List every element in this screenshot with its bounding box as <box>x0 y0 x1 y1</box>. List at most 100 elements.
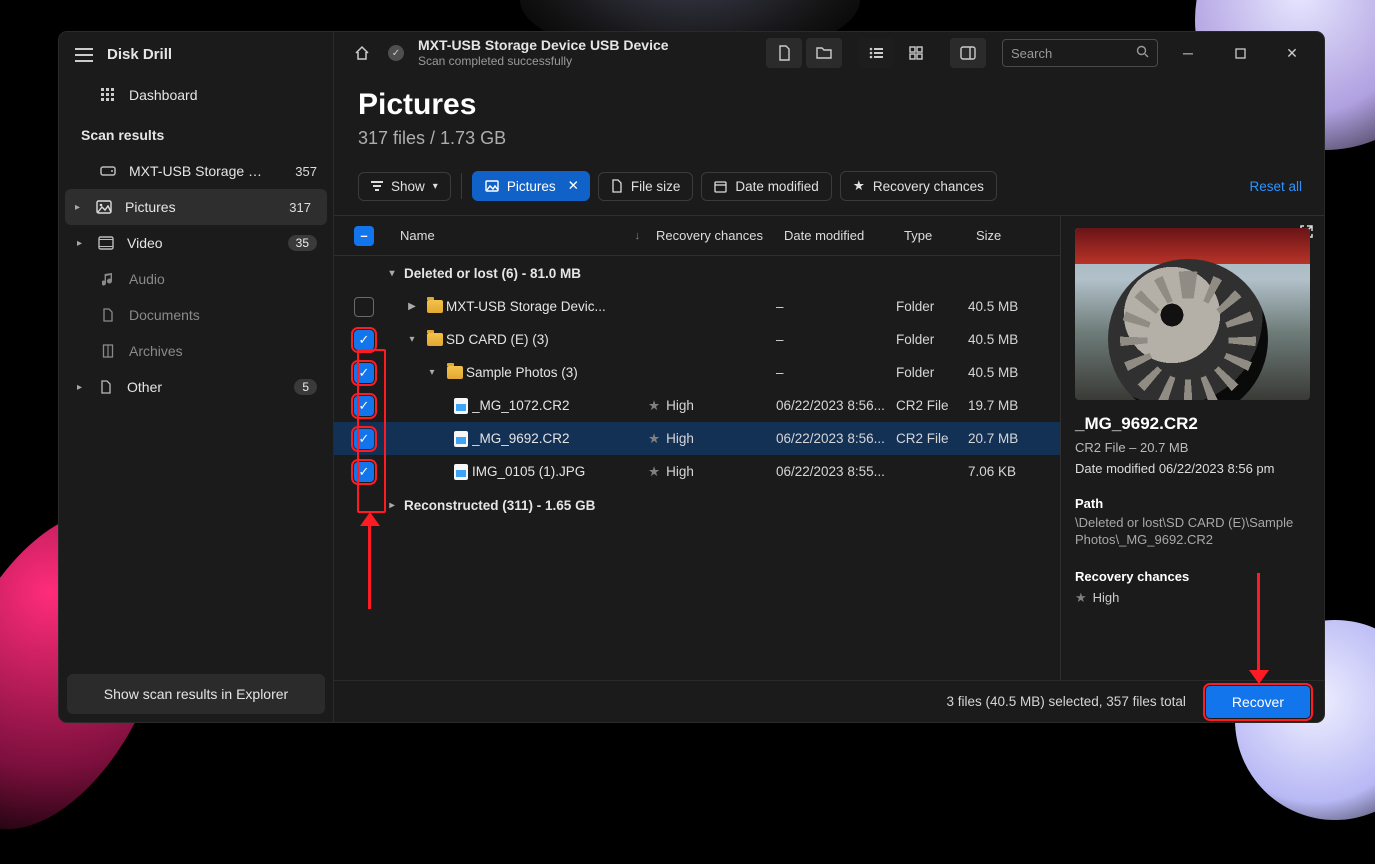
sidebar-item-label: Pictures <box>125 199 176 215</box>
row-type: Folder <box>896 365 968 380</box>
search-icon <box>1136 45 1149 61</box>
column-name[interactable]: Name↓ <box>392 228 648 243</box>
sidebar-item-video[interactable]: ▸ Video 35 <box>59 225 333 261</box>
sidebar-item-audio[interactable]: Audio <box>59 261 333 297</box>
device-title: MXT-USB Storage Device USB Device <box>418 37 669 55</box>
row-filename: SD CARD (E) (3) <box>446 332 648 347</box>
file-view-button[interactable] <box>766 38 802 68</box>
preview-recovery-heading: Recovery chances <box>1075 569 1310 584</box>
expand-toggle[interactable]: ▾ <box>420 367 444 378</box>
preview-thumbnail <box>1075 228 1310 400</box>
row-type: CR2 File <box>896 398 968 413</box>
chip-label: Pictures <box>507 179 556 194</box>
hamburger-menu-icon[interactable] <box>75 48 93 62</box>
picture-icon <box>485 180 499 192</box>
file-icon <box>450 398 472 414</box>
grid-view-button[interactable] <box>898 38 934 68</box>
sidebar-section-scan-results: Scan results <box>59 113 333 153</box>
table-row[interactable]: ✓_MG_9692.CR2★High06/22/2023 8:56...CR2 … <box>334 422 1060 455</box>
filter-chip-filesize[interactable]: File size <box>598 172 694 201</box>
chip-label: Date modified <box>735 179 818 194</box>
filter-chip-pictures[interactable]: Pictures ✕ <box>472 171 590 201</box>
column-size[interactable]: Size <box>968 228 1052 243</box>
show-dropdown[interactable]: Show ▾ <box>358 172 451 201</box>
scan-status: Scan completed successfully <box>418 54 669 69</box>
page-title: Pictures <box>358 88 1300 122</box>
page-subtitle: 317 files / 1.73 GB <box>358 128 1300 149</box>
chip-label: Recovery chances <box>873 179 984 194</box>
titlebar: ✓ MXT-USB Storage Device USB Device Scan… <box>334 32 1324 74</box>
show-in-explorer-button[interactable]: Show scan results in Explorer <box>67 674 325 714</box>
recover-button[interactable]: Recover <box>1206 686 1310 718</box>
expand-toggle[interactable]: ▾ <box>400 334 424 345</box>
row-checkbox[interactable]: ✓ <box>354 330 374 350</box>
chevron-right-icon: ▸ <box>77 238 85 249</box>
sidebar-item-other[interactable]: ▸ Other 5 <box>59 369 333 405</box>
window-close-button[interactable]: ✕ <box>1270 38 1314 68</box>
sidebar-item-label: Documents <box>129 307 200 323</box>
row-checkbox[interactable] <box>354 297 374 317</box>
search-input[interactable]: Search <box>1002 39 1158 67</box>
expand-toggle[interactable]: ▶ <box>400 301 424 312</box>
sidebar-item-label: Audio <box>129 271 165 287</box>
column-type[interactable]: Type <box>896 228 968 243</box>
column-date[interactable]: Date modified <box>776 228 896 243</box>
panel-toggle-button[interactable] <box>950 38 986 68</box>
row-size: 20.7 MB <box>968 431 1052 446</box>
row-date: 06/22/2023 8:55... <box>776 464 896 479</box>
chip-label: Show <box>391 179 425 194</box>
document-icon <box>99 306 117 324</box>
sidebar-item-count: 317 <box>289 200 311 215</box>
select-all-checkbox[interactable]: – <box>354 226 374 246</box>
sidebar-item-dashboard[interactable]: Dashboard <box>59 77 333 113</box>
preview-meta: CR2 File – 20.7 MB <box>1075 440 1310 455</box>
row-type: CR2 File <box>896 431 968 446</box>
row-checkbox[interactable]: ✓ <box>354 462 374 482</box>
window-minimize-button[interactable]: ─ <box>1166 38 1210 68</box>
status-check-icon: ✓ <box>388 45 404 61</box>
sort-icon: ↓ <box>635 230 641 242</box>
row-checkbox[interactable]: ✓ <box>354 429 374 449</box>
list-view-button[interactable] <box>858 38 894 68</box>
sidebar-item-count: 5 <box>294 379 317 395</box>
sidebar-item-label: Video <box>127 235 163 251</box>
folder-icon <box>424 333 446 346</box>
table-row[interactable]: ▶MXT-USB Storage Devic...–Folder40.5 MB <box>334 290 1060 323</box>
video-icon <box>97 234 115 252</box>
folder-icon <box>444 366 466 379</box>
sidebar-item-pictures[interactable]: ▸ Pictures 317 <box>65 189 327 225</box>
preview-filename: _MG_9692.CR2 <box>1075 414 1310 434</box>
table-row[interactable]: ✓▾SD CARD (E) (3)–Folder40.5 MB <box>334 323 1060 356</box>
table-row[interactable]: ✓_MG_1072.CR2★High06/22/2023 8:56...CR2 … <box>334 389 1060 422</box>
row-checkbox[interactable]: ✓ <box>354 363 374 383</box>
row-checkbox[interactable]: ✓ <box>354 396 374 416</box>
filter-chip-date[interactable]: Date modified <box>701 172 831 201</box>
folder-view-button[interactable] <box>806 38 842 68</box>
row-size: 40.5 MB <box>968 365 1052 380</box>
home-button[interactable] <box>344 38 380 68</box>
folder-icon <box>424 300 446 313</box>
reset-all-button[interactable]: Reset all <box>1249 179 1302 194</box>
sidebar-item-documents[interactable]: Documents <box>59 297 333 333</box>
column-recovery[interactable]: Recovery chances <box>648 228 776 243</box>
group-header[interactable]: ▸Reconstructed (311) - 1.65 GB <box>334 488 1060 522</box>
row-filename: _MG_9692.CR2 <box>472 431 648 446</box>
row-size: 40.5 MB <box>968 332 1052 347</box>
main: ✓ MXT-USB Storage Device USB Device Scan… <box>334 32 1324 722</box>
table-row[interactable]: ✓▾Sample Photos (3)–Folder40.5 MB <box>334 356 1060 389</box>
sidebar-item-archives[interactable]: Archives <box>59 333 333 369</box>
table-row[interactable]: ✓IMG_0105 (1).JPG★High06/22/2023 8:55...… <box>334 455 1060 488</box>
close-icon[interactable]: ✕ <box>568 178 579 194</box>
row-filename: MXT-USB Storage Devic... <box>446 299 648 314</box>
drive-icon <box>99 162 117 180</box>
preview-path-heading: Path <box>1075 496 1310 511</box>
window-maximize-button[interactable] <box>1218 38 1262 68</box>
row-size: 40.5 MB <box>968 299 1052 314</box>
archive-icon <box>99 342 117 360</box>
file-icon <box>450 431 472 447</box>
group-header[interactable]: ▾Deleted or lost (6) - 81.0 MB <box>334 256 1060 290</box>
filter-chip-recovery[interactable]: ★ Recovery chances <box>840 171 997 201</box>
sidebar-item-drive[interactable]: MXT-USB Storage Devic... 357 <box>59 153 333 189</box>
row-date: – <box>776 365 896 380</box>
sidebar-item-label: Archives <box>129 343 183 359</box>
